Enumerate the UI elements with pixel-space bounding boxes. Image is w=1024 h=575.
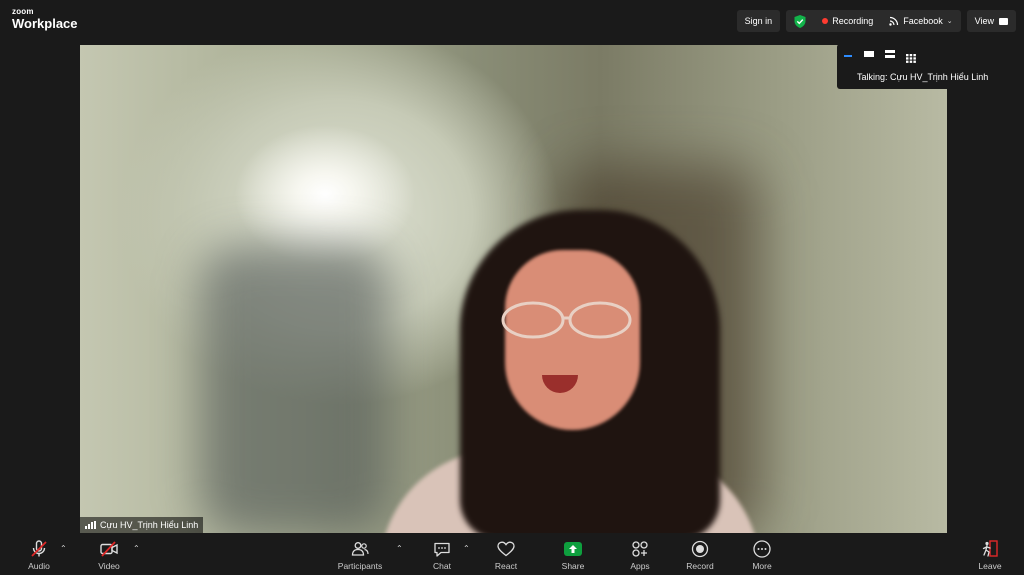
speaker-layout-icon[interactable] <box>864 50 874 59</box>
chat-bubble-icon <box>434 542 450 557</box>
meeting-status-group: Recording Facebook ⌄ <box>786 10 961 32</box>
top-right-controls: Sign in Recording Facebook ⌄ View <box>736 10 1016 32</box>
share-label: Share <box>561 561 585 571</box>
react-button[interactable]: React <box>481 539 531 571</box>
record-icon <box>691 540 709 558</box>
apps-icon <box>632 541 648 557</box>
view-label: View <box>974 16 994 26</box>
heart-icon <box>497 541 515 557</box>
talking-indicator-text: Talking: Cựu HV_Trịnh Hiểu Linh <box>857 72 989 82</box>
audio-label: Audio <box>28 561 50 571</box>
video-button[interactable]: Video <box>84 539 134 571</box>
shield-check-icon <box>794 14 806 28</box>
share-screen-button[interactable]: Share <box>548 539 598 571</box>
participant-name: Cựu HV_Trịnh Hiểu Linh <box>100 520 199 530</box>
share-screen-icon <box>564 542 582 556</box>
participants-button[interactable]: Participants <box>334 539 386 571</box>
video-stage: Cựu HV_Trịnh Hiểu Linh <box>0 40 1024 535</box>
livestream-label: Facebook <box>903 16 943 26</box>
apps-label: Apps <box>630 561 650 571</box>
encryption-shield-button[interactable] <box>786 10 814 32</box>
layout-switcher <box>843 50 916 63</box>
audio-options-chevron-icon[interactable]: ⌃ <box>60 544 67 553</box>
grid-view-icon <box>999 17 1008 25</box>
chat-label: Chat <box>433 561 451 571</box>
sign-in-label: Sign in <box>744 16 773 26</box>
logo-big-text: Workplace <box>12 16 78 31</box>
recording-label: Recording <box>832 16 874 26</box>
more-options-icon <box>753 540 771 558</box>
participants-options-chevron-icon[interactable]: ⌃ <box>396 544 403 553</box>
logo-small-text: zoom <box>12 7 34 16</box>
speaker-glasses <box>501 301 632 339</box>
leave-label: Leave <box>978 561 1002 571</box>
broadcast-icon <box>889 16 899 26</box>
apps-button[interactable]: Apps <box>615 539 665 571</box>
speaker-view-overlay: Talking: Cựu HV_Trịnh Hiểu Linh <box>837 44 1009 89</box>
video-options-chevron-icon[interactable]: ⌃ <box>133 544 140 553</box>
zoom-logo: zoom Workplace <box>12 7 78 31</box>
view-button[interactable]: View <box>966 10 1016 32</box>
record-label: Record <box>686 561 714 571</box>
more-button[interactable]: More <box>737 539 787 571</box>
minimize-layout-icon[interactable] <box>843 50 853 59</box>
stacked-layout-icon[interactable] <box>885 50 895 59</box>
chat-button[interactable]: Chat <box>417 539 467 571</box>
active-speaker-video[interactable]: Cựu HV_Trịnh Hiểu Linh <box>80 45 947 533</box>
video-label: Video <box>98 561 120 571</box>
record-button[interactable]: Record <box>675 539 725 571</box>
livestream-button[interactable]: Facebook ⌄ <box>881 10 960 32</box>
participant-name-tag: Cựu HV_Trịnh Hiểu Linh <box>80 517 204 533</box>
participants-icon <box>351 542 369 556</box>
meeting-toolbar: Audio ⌃ Video ⌃ Participants ⌃ Chat ⌃ Re… <box>0 535 1024 575</box>
leave-door-icon <box>982 540 998 557</box>
camera-off-icon <box>100 541 118 557</box>
react-label: React <box>494 561 518 571</box>
gallery-layout-icon[interactable] <box>906 50 916 63</box>
speaker-face <box>505 250 640 430</box>
recording-dot-icon <box>822 18 829 24</box>
chevron-down-icon: ⌄ <box>946 18 953 25</box>
recording-indicator[interactable]: Recording <box>814 10 881 32</box>
sign-in-button[interactable]: Sign in <box>736 10 781 32</box>
more-label: More <box>752 561 772 571</box>
top-bar: zoom Workplace Sign in Recording Faceboo… <box>0 0 1024 40</box>
participants-label: Participants <box>337 561 383 571</box>
chat-options-chevron-icon[interactable]: ⌃ <box>463 544 470 553</box>
leave-button[interactable]: Leave <box>965 539 1015 571</box>
background-blur-shape <box>200 245 390 533</box>
signal-strength-icon <box>85 521 96 529</box>
audio-button[interactable]: Audio <box>14 539 64 571</box>
microphone-muted-icon <box>31 540 47 557</box>
